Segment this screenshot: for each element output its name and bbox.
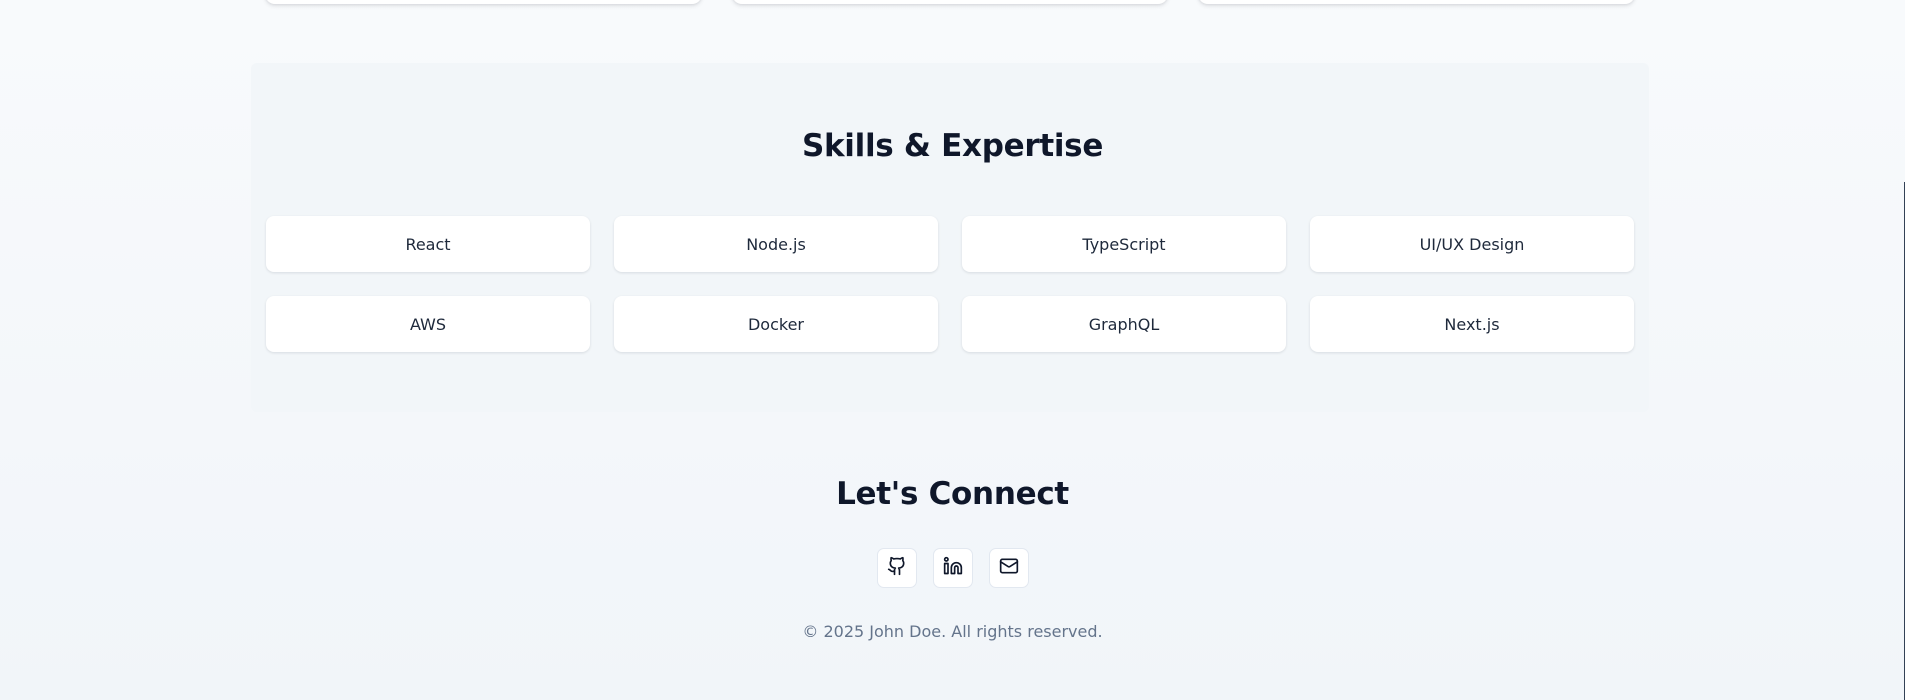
email-link[interactable]: [988, 548, 1029, 588]
project-cards-row: [265, 0, 1636, 4]
skill-card-uiux-design: UI/UX Design: [1310, 216, 1634, 272]
mail-icon: [999, 556, 1019, 580]
skill-card-docker: Docker: [614, 296, 938, 352]
project-card[interactable]: [1198, 0, 1636, 4]
connect-title: Let's Connect: [836, 476, 1069, 512]
project-card[interactable]: [731, 0, 1169, 4]
skill-card-aws: AWS: [266, 296, 590, 352]
skill-card-graphql: GraphQL: [962, 296, 1286, 352]
skill-card-nodejs: Node.js: [614, 216, 938, 272]
skill-card-react: React: [266, 216, 590, 272]
linkedin-icon: [943, 556, 963, 580]
project-card[interactable]: [265, 0, 702, 4]
github-link[interactable]: [876, 548, 917, 588]
skill-card-typescript: TypeScript: [962, 216, 1286, 272]
github-icon: [887, 556, 907, 580]
linkedin-link[interactable]: [932, 548, 973, 588]
skills-grid: React Node.js TypeScript UI/UX Design AW…: [266, 216, 1634, 352]
social-links: [0, 548, 1905, 588]
copyright-text: © 2025 John Doe. All rights reserved.: [802, 622, 1103, 641]
skill-card-nextjs: Next.js: [1310, 296, 1634, 352]
skills-title: Skills & Expertise: [801, 128, 1104, 164]
